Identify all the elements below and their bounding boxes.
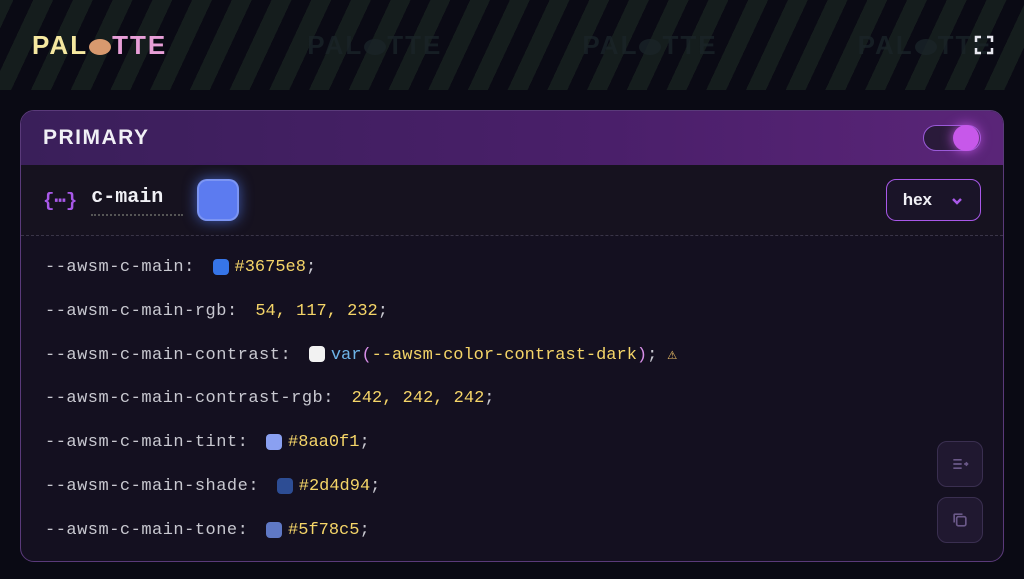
- var-name: --awsm-c-main-contrast-rgb: [45, 387, 323, 411]
- braces-icon: {⋯}: [43, 189, 77, 212]
- app-logo-ghost: PALTTE: [582, 30, 717, 61]
- var-value: #5f78c5: [288, 519, 359, 543]
- copy-button[interactable]: [937, 497, 983, 543]
- variable-row: --awsm-c-main-shade: #2d4d94;: [45, 475, 979, 499]
- side-actions: [937, 441, 983, 543]
- export-button[interactable]: [937, 441, 983, 487]
- fullscreen-button[interactable]: [972, 33, 996, 57]
- format-label: hex: [903, 190, 932, 210]
- format-select[interactable]: hex: [886, 179, 981, 221]
- subheader-left: {⋯}: [43, 179, 239, 221]
- chevron-down-icon: [950, 193, 964, 207]
- var-value: 242, 242, 242: [352, 387, 485, 411]
- variable-list: --awsm-c-main: #3675e8; --awsm-c-main-rg…: [21, 236, 1003, 561]
- inline-swatch: [266, 522, 282, 538]
- logo-text: PAL: [32, 30, 88, 61]
- color-name-input[interactable]: [91, 184, 183, 216]
- var-value: 54, 117, 232: [255, 300, 377, 324]
- var-value: #2d4d94: [299, 475, 370, 499]
- app-logo: PAL TTE: [32, 30, 167, 61]
- var-value: #8aa0f1: [288, 431, 359, 455]
- var-name: --awsm-c-main-contrast: [45, 344, 280, 368]
- card-subheader: {⋯} hex: [21, 165, 1003, 236]
- var-name: --awsm-c-main-tint: [45, 431, 238, 455]
- inline-swatch: [309, 346, 325, 362]
- app-logo-ghost: PALTTE: [307, 30, 442, 61]
- enable-toggle[interactable]: [923, 125, 981, 151]
- var-func: var: [331, 344, 362, 368]
- header-strip: PAL TTE PALTTE PALTTE PALTTE PALTTE: [0, 0, 1024, 90]
- inline-swatch: [277, 478, 293, 494]
- var-name: --awsm-c-main-tone: [45, 519, 238, 543]
- card-header: PRIMARY: [21, 111, 1003, 165]
- warning-icon: ⚠: [667, 344, 677, 366]
- var-arg: --awsm-color-contrast-dark: [372, 344, 637, 368]
- var-name: --awsm-c-main-rgb: [45, 300, 227, 324]
- var-name: --awsm-c-main: [45, 256, 184, 280]
- inline-swatch: [213, 259, 229, 275]
- variable-row: --awsm-c-main: #3675e8;: [45, 256, 979, 280]
- palette-icon: [89, 39, 111, 55]
- variable-row: --awsm-c-main-tone: #5f78c5;: [45, 519, 979, 543]
- var-name: --awsm-c-main-shade: [45, 475, 248, 499]
- variable-row: --awsm-c-main-contrast: var(--awsm-color…: [45, 344, 979, 368]
- color-card: PRIMARY {⋯} hex --awsm-c-main: #3675e8; …: [20, 110, 1004, 562]
- inline-swatch: [266, 434, 282, 450]
- variable-row: --awsm-c-main-tint: #8aa0f1;: [45, 431, 979, 455]
- logo-row: PAL TTE PALTTE PALTTE PALTTE PALTTE: [0, 30, 1024, 61]
- variable-row: --awsm-c-main-rgb: 54, 117, 232;: [45, 300, 979, 324]
- main-color-swatch[interactable]: [197, 179, 239, 221]
- variable-row: --awsm-c-main-contrast-rgb: 242, 242, 24…: [45, 387, 979, 411]
- logo-text: TTE: [112, 30, 167, 61]
- var-value: #3675e8: [235, 256, 306, 280]
- section-title: PRIMARY: [43, 126, 150, 150]
- toggle-knob: [953, 125, 979, 151]
